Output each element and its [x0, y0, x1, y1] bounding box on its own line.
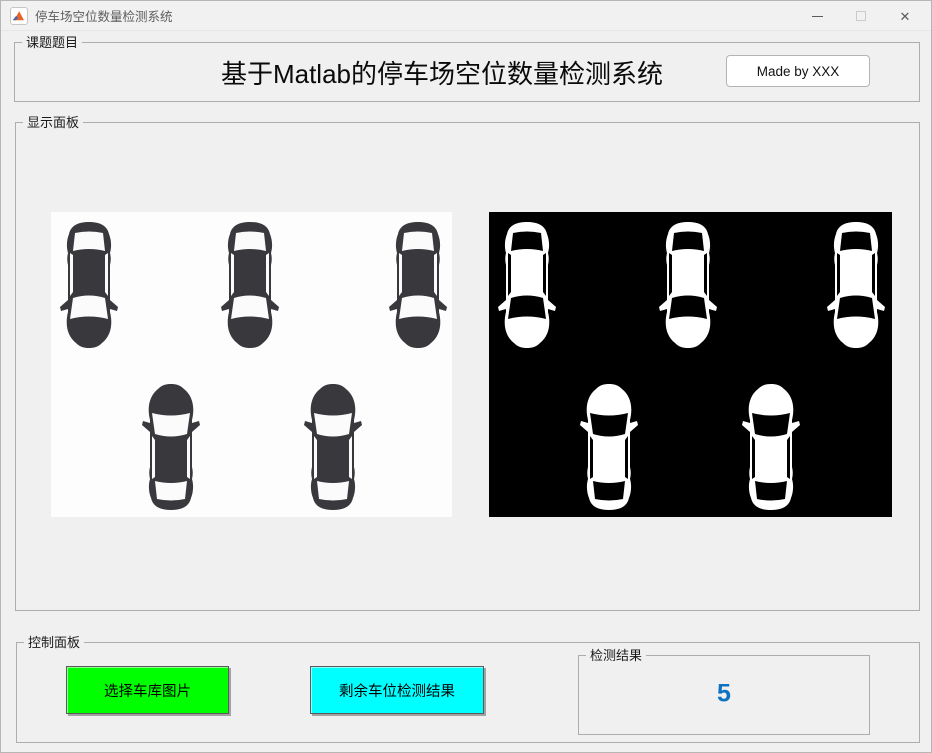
car-graphic — [59, 220, 119, 350]
minimize-button[interactable] — [795, 1, 839, 31]
title-bar: 停车场空位数量检测系统 ✕ — [1, 1, 931, 31]
maximize-button[interactable] — [839, 1, 883, 31]
binary-image — [489, 212, 892, 517]
maximize-icon — [856, 11, 866, 21]
close-icon: ✕ — [899, 8, 911, 24]
car-graphic — [741, 382, 801, 512]
display-panel: 显示面板 — [15, 114, 920, 611]
topic-panel-legend: 课题题目 — [22, 34, 83, 51]
control-panel-legend: 控制面板 — [24, 634, 85, 651]
original-image — [51, 212, 452, 517]
detect-result-button[interactable]: 剩余车位检测结果 — [310, 666, 484, 714]
display-panel-legend: 显示面板 — [23, 114, 84, 131]
car-graphic — [303, 382, 363, 512]
car-graphic — [579, 382, 639, 512]
result-value: 5 — [717, 679, 731, 708]
select-garage-button[interactable]: 选择车库图片 — [66, 666, 229, 714]
matlab-icon — [10, 6, 28, 25]
result-group-legend: 检测结果 — [586, 647, 647, 664]
car-graphic — [826, 220, 886, 350]
car-graphic — [220, 220, 280, 350]
result-group: 检测结果 5 — [578, 647, 870, 735]
made-by-button[interactable]: Made by XXX — [726, 55, 870, 87]
car-graphic — [141, 382, 201, 512]
window-title: 停车场空位数量检测系统 — [35, 10, 173, 24]
close-button[interactable]: ✕ — [883, 1, 927, 31]
minimize-icon — [811, 15, 823, 17]
topic-panel: 课题题目 基于Matlab的停车场空位数量检测系统 Made by XXX — [14, 34, 920, 102]
car-graphic — [388, 220, 448, 350]
app-window: 停车场空位数量检测系统 ✕ 课题题目 基于Matlab的停车场空位数量检测系统 … — [0, 0, 932, 753]
car-graphic — [658, 220, 718, 350]
car-graphic — [497, 220, 557, 350]
window-controls: ✕ — [795, 1, 927, 31]
control-panel: 控制面板 选择车库图片 剩余车位检测结果 检测结果 5 — [16, 634, 920, 743]
